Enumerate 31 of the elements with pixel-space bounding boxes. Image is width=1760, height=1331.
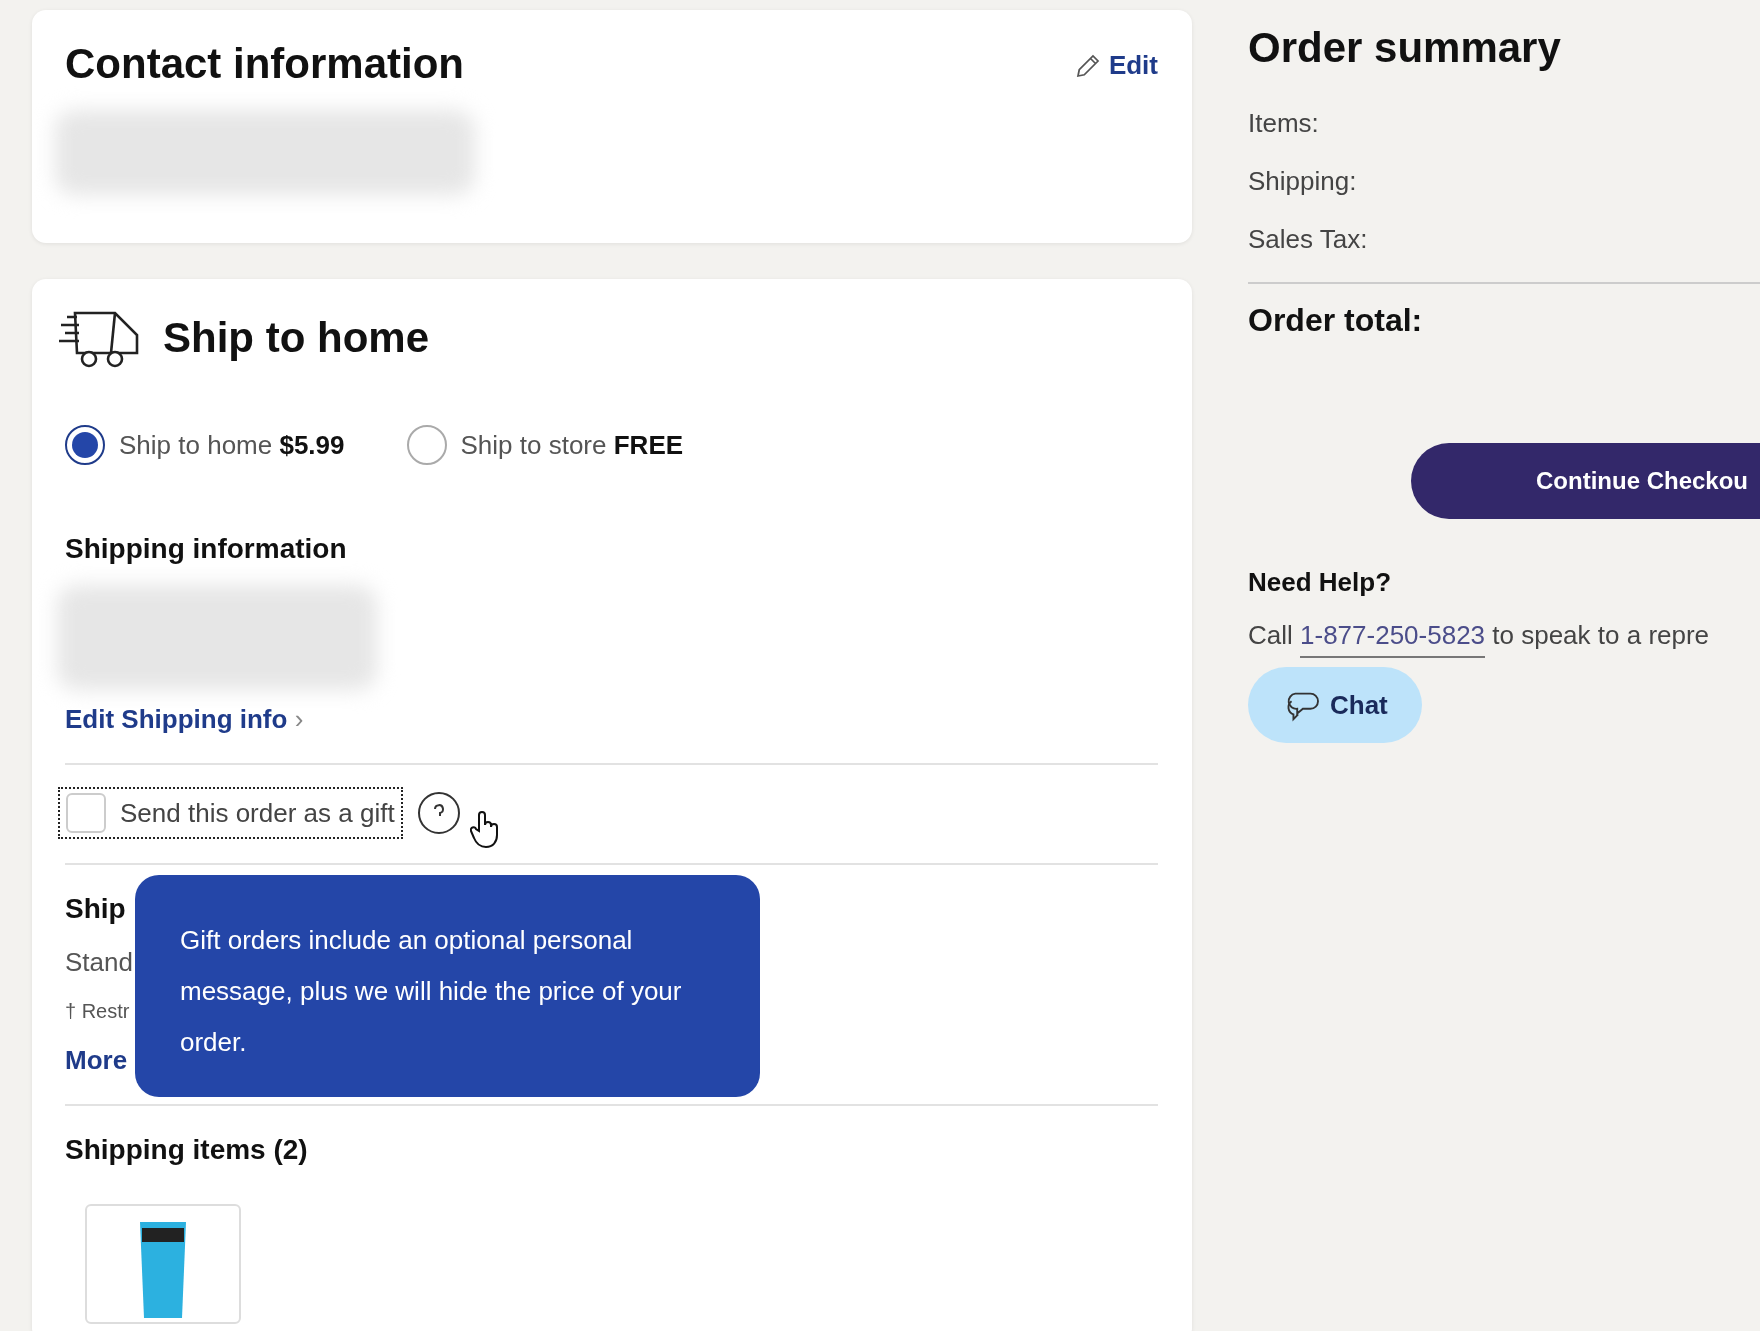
edit-shipping-link[interactable]: Edit Shipping info ›: [65, 704, 304, 735]
subsection-title: Shipping items (2): [65, 1134, 309, 1166]
help-icon[interactable]: [416, 791, 461, 835]
gift-checkbox-row[interactable]: Send this order as a gift: [58, 787, 403, 839]
checkbox[interactable]: [66, 793, 106, 833]
order-total-label: Order total:: [1248, 302, 1423, 339]
summary-label: Sales Tax:: [1248, 224, 1368, 255]
tooltip-text: Gift orders include an optional personal message, plus we will hide the price of your order.: [180, 924, 683, 1059]
continue-checkout-button[interactable]: Continue Checkou: [1411, 443, 1760, 519]
shipping-option[interactable]: Ship to store FREE: [406, 425, 684, 465]
hand-cursor-icon: [470, 809, 500, 849]
section-title: Ship to home: [163, 314, 429, 362]
product-thumbnail[interactable]: [85, 1204, 241, 1324]
radio-button[interactable]: [406, 425, 447, 465]
option-label: Ship to store FREE: [460, 429, 684, 461]
subsection-title: Ship: [65, 893, 127, 925]
phone-link[interactable]: 1-877-250-5823: [1300, 620, 1486, 658]
summary-label: Shipping:: [1248, 166, 1357, 197]
help-title: Need Help?: [1248, 567, 1392, 598]
radio-button[interactable]: [65, 425, 105, 465]
shipping-method-text: Stand: [65, 947, 134, 978]
option-label: Ship to home $5.99: [119, 429, 345, 461]
chat-button[interactable]: Chat: [1248, 667, 1422, 743]
restriction-note: † Restr: [65, 1000, 131, 1023]
summary-label: Items:: [1248, 108, 1319, 139]
section-title: Contact information: [65, 40, 464, 88]
summary-title: Order summary: [1248, 24, 1561, 72]
checkbox-label: Send this order as a gift: [120, 797, 395, 829]
shipping-option[interactable]: Ship to home $5.99: [65, 425, 345, 465]
edit-link[interactable]: Edit: [1072, 40, 1158, 81]
subsection-title: Shipping information: [65, 533, 348, 565]
